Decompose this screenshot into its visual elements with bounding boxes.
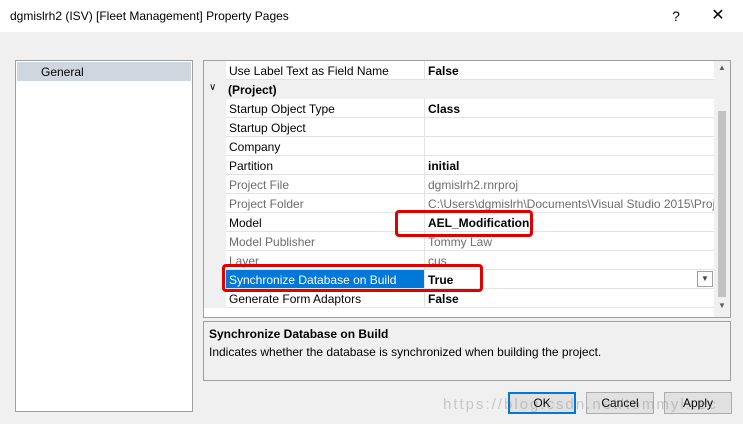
property-row-project-file[interactable]: Project File dgmislrh2.rnrproj: [204, 175, 714, 194]
property-name: Model Publisher: [226, 232, 425, 251]
property-row-model-publisher[interactable]: Model Publisher Tommy Law: [204, 232, 714, 251]
property-grid: Use Label Text as Field Name False ∨ (Pr…: [203, 60, 731, 318]
title-bar: dgmislrh2 (ISV) [Fleet Management] Prope…: [0, 0, 743, 32]
property-row-generate-form-adaptors[interactable]: Generate Form Adaptors False: [204, 289, 714, 308]
property-row-model[interactable]: Model AEL_Modification: [204, 213, 714, 232]
property-name: Model: [226, 213, 425, 232]
row-gutter: [204, 213, 226, 232]
row-gutter: [204, 137, 226, 156]
property-name: Generate Form Adaptors: [226, 289, 425, 308]
property-value-dropdown[interactable]: True ▼: [425, 270, 714, 289]
row-gutter: [204, 232, 226, 251]
property-row-use-label-text[interactable]: Use Label Text as Field Name False: [204, 61, 714, 80]
property-value: Tommy Law: [425, 232, 714, 251]
configuration-tree: General: [15, 60, 193, 412]
description-panel: Synchronize Database on Build Indicates …: [203, 321, 731, 381]
property-value[interactable]: [425, 137, 714, 156]
scroll-down-icon[interactable]: ▼: [714, 301, 730, 315]
nav-item-label: General: [41, 65, 84, 79]
property-value[interactable]: False: [425, 289, 714, 308]
scroll-up-icon[interactable]: ▲: [714, 63, 730, 77]
property-name: Startup Object Type: [226, 99, 425, 118]
property-value[interactable]: AEL_Modification: [425, 213, 714, 232]
property-name: Partition: [226, 156, 425, 175]
property-row-startup-object[interactable]: Startup Object: [204, 118, 714, 137]
vertical-scrollbar[interactable]: ▲ ▼: [714, 61, 730, 317]
chevron-down-icon[interactable]: ▼: [697, 271, 713, 287]
property-name: Synchronize Database on Build: [226, 270, 425, 289]
cancel-button[interactable]: Cancel: [586, 392, 654, 414]
property-row-startup-object-type[interactable]: Startup Object Type Class: [204, 99, 714, 118]
window-title: dgmislrh2 (ISV) [Fleet Management] Prope…: [10, 9, 289, 23]
property-name: Layer: [226, 251, 425, 270]
property-value: dgmislrh2.rnrproj: [425, 175, 714, 194]
property-value[interactable]: initial: [425, 156, 714, 175]
apply-button[interactable]: Apply: [664, 392, 732, 414]
property-value[interactable]: Class: [425, 99, 714, 118]
property-row-project-folder[interactable]: Project Folder C:\Users\dgmislrh\Documen…: [204, 194, 714, 213]
category-project[interactable]: ∨ (Project): [204, 80, 714, 99]
property-value[interactable]: [425, 118, 714, 137]
nav-item-general[interactable]: General: [17, 62, 191, 81]
row-gutter: [204, 251, 226, 270]
row-gutter: [204, 156, 226, 175]
row-gutter: [204, 118, 226, 137]
property-value: C:\Users\dgmislrh\Documents\Visual Studi…: [425, 194, 714, 213]
property-row-synchronize-database[interactable]: Synchronize Database on Build True ▼: [204, 270, 714, 289]
row-gutter: [204, 175, 226, 194]
row-gutter: [204, 61, 226, 80]
row-gutter: [204, 99, 226, 118]
collapse-chevron-icon[interactable]: ∨: [209, 82, 216, 93]
property-value[interactable]: False: [425, 61, 714, 80]
property-name: Project Folder: [226, 194, 425, 213]
row-gutter: [204, 289, 226, 308]
property-value: cus: [425, 251, 714, 270]
property-name: Project File: [226, 175, 425, 194]
row-gutter: [204, 194, 226, 213]
help-button[interactable]: ?: [664, 4, 688, 28]
property-name: Use Label Text as Field Name: [226, 61, 425, 80]
description-text: Indicates whether the database is synchr…: [209, 345, 602, 359]
description-title: Synchronize Database on Build: [209, 327, 389, 341]
row-gutter: [204, 270, 226, 289]
property-name: Company: [226, 137, 425, 156]
scrollbar-thumb[interactable]: [718, 111, 726, 297]
category-label: (Project): [228, 83, 277, 97]
property-row-layer[interactable]: Layer cus: [204, 251, 714, 270]
ok-button[interactable]: OK: [508, 392, 576, 414]
property-row-company[interactable]: Company: [204, 137, 714, 156]
property-row-partition[interactable]: Partition initial: [204, 156, 714, 175]
close-button[interactable]: ✕: [706, 4, 730, 28]
property-name: Startup Object: [226, 118, 425, 137]
